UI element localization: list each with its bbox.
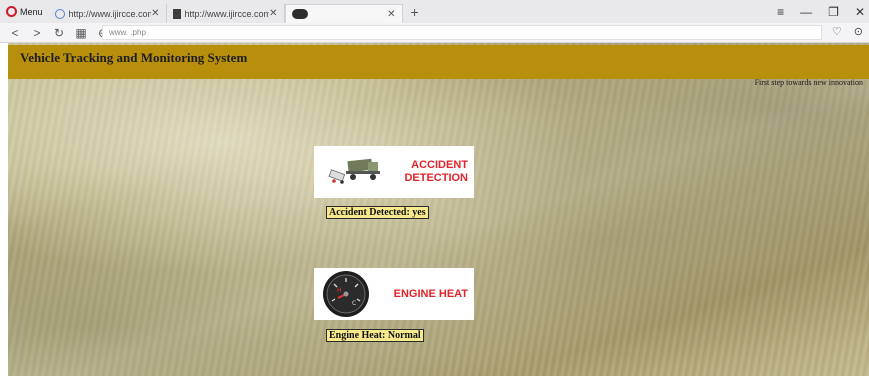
title-line: DETECTION (404, 172, 468, 184)
truck-crash-icon (328, 158, 380, 184)
tab-2[interactable]: http://www.ijircce.com/ ✕ (167, 4, 285, 23)
close-tab-icon[interactable]: ✕ (269, 8, 277, 19)
close-tab-icon[interactable]: ✕ (387, 9, 395, 20)
globe-icon (54, 8, 65, 19)
minimize-button[interactable]: — (800, 5, 812, 19)
new-tab-button[interactable]: + (411, 4, 419, 20)
tagline: First step towards new innovation (754, 78, 863, 87)
engine-heat-card: H C ENGINE HEAT (314, 268, 474, 320)
engine-heat-title: ENGINE HEAT (393, 288, 468, 300)
accident-status: Accident Detected: yes (326, 206, 429, 219)
maximize-button[interactable]: ❐ (828, 5, 839, 19)
tab-title: http://www.ijircce.com/w (68, 8, 152, 19)
address-bar-actions: ♡ ⊙ (832, 25, 863, 38)
site-header: Vehicle Tracking and Monitoring System (8, 45, 869, 79)
svg-text:C: C (352, 300, 356, 307)
back-icon[interactable]: < (6, 26, 24, 40)
svg-text:H: H (337, 287, 342, 294)
window-controls: ≡ — ❐ ✕ (777, 0, 865, 23)
close-button[interactable]: ✕ (855, 5, 865, 19)
forward-icon[interactable]: > (28, 26, 46, 40)
tab-title: http://www.ijircce.com/ (184, 8, 270, 19)
address-bar: < > ↻ ▦ ⊕ www. .php ♡ ⊙ (0, 23, 869, 43)
document-icon (172, 8, 181, 19)
close-tab-icon[interactable]: ✕ (151, 8, 159, 19)
tab-3-active[interactable]: ✕ (284, 4, 403, 23)
accident-detection-title: ACCIDENT DETECTION (404, 159, 468, 185)
heart-icon[interactable]: ♡ (832, 25, 842, 38)
page-content: Vehicle Tracking and Monitoring System F… (8, 43, 869, 376)
site-favicon-icon (291, 9, 308, 19)
browser-tab-bar: Menu http://www.ijircce.com/w ✕ http://w… (0, 0, 869, 23)
site-title: Vehicle Tracking and Monitoring System (20, 50, 248, 65)
tab-1[interactable]: http://www.ijircce.com/w ✕ (49, 4, 167, 23)
speed-dial-icon[interactable]: ▦ (72, 26, 90, 40)
tab-menu-icon[interactable]: ≡ (777, 5, 784, 19)
engine-heat-status: Engine Heat: Normal (326, 329, 424, 342)
opera-logo-icon (6, 6, 17, 17)
url-input[interactable]: www. .php (102, 25, 822, 40)
download-icon[interactable]: ⊙ (854, 25, 863, 38)
title-line: ACCIDENT (411, 159, 468, 171)
reload-icon[interactable]: ↻ (50, 26, 68, 40)
temperature-gauge-icon: H C (323, 271, 369, 317)
menu-label: Menu (20, 6, 43, 17)
browser-menu-button[interactable]: Menu (0, 0, 49, 23)
accident-detection-card: ACCIDENT DETECTION (314, 146, 474, 198)
